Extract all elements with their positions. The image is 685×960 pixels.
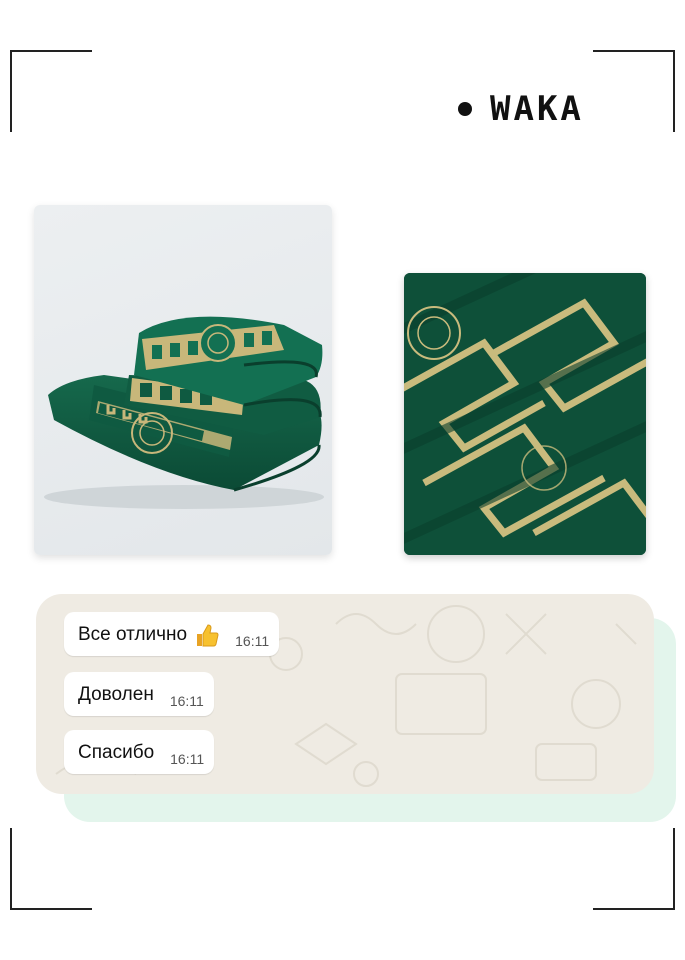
thumbs-up-icon xyxy=(197,624,219,647)
brand-dot-icon xyxy=(458,102,472,116)
product-photo-folded-towels xyxy=(34,205,332,555)
frame-corner-top-left xyxy=(10,50,92,132)
brand-name: WAKA xyxy=(490,89,584,129)
towel-closeup-image xyxy=(404,273,646,555)
brand-logo: WAKA xyxy=(458,92,584,126)
chat-message: Все отлично 16:11 xyxy=(64,612,280,656)
frame-corner-bottom-right xyxy=(593,828,675,910)
customer-review-chat: Все отлично 16:11 Доволен 16:11 Спасибо … xyxy=(36,594,654,794)
frame-corner-bottom-left xyxy=(10,828,92,910)
frame-corner-top-right xyxy=(593,50,675,132)
chat-message: Доволен 16:11 xyxy=(64,672,214,716)
message-text: Спасибо xyxy=(78,742,155,763)
message-time: 16:11 xyxy=(169,693,204,709)
message-time: 16:11 xyxy=(170,751,205,767)
product-photo-closeup xyxy=(404,273,646,555)
message-time: 16:11 xyxy=(235,633,270,649)
chat-message: Спасибо 16:11 xyxy=(64,730,215,774)
folded-towels-image xyxy=(44,316,324,509)
message-text: Все отлично xyxy=(78,624,188,645)
message-text: Доволен xyxy=(78,684,154,705)
